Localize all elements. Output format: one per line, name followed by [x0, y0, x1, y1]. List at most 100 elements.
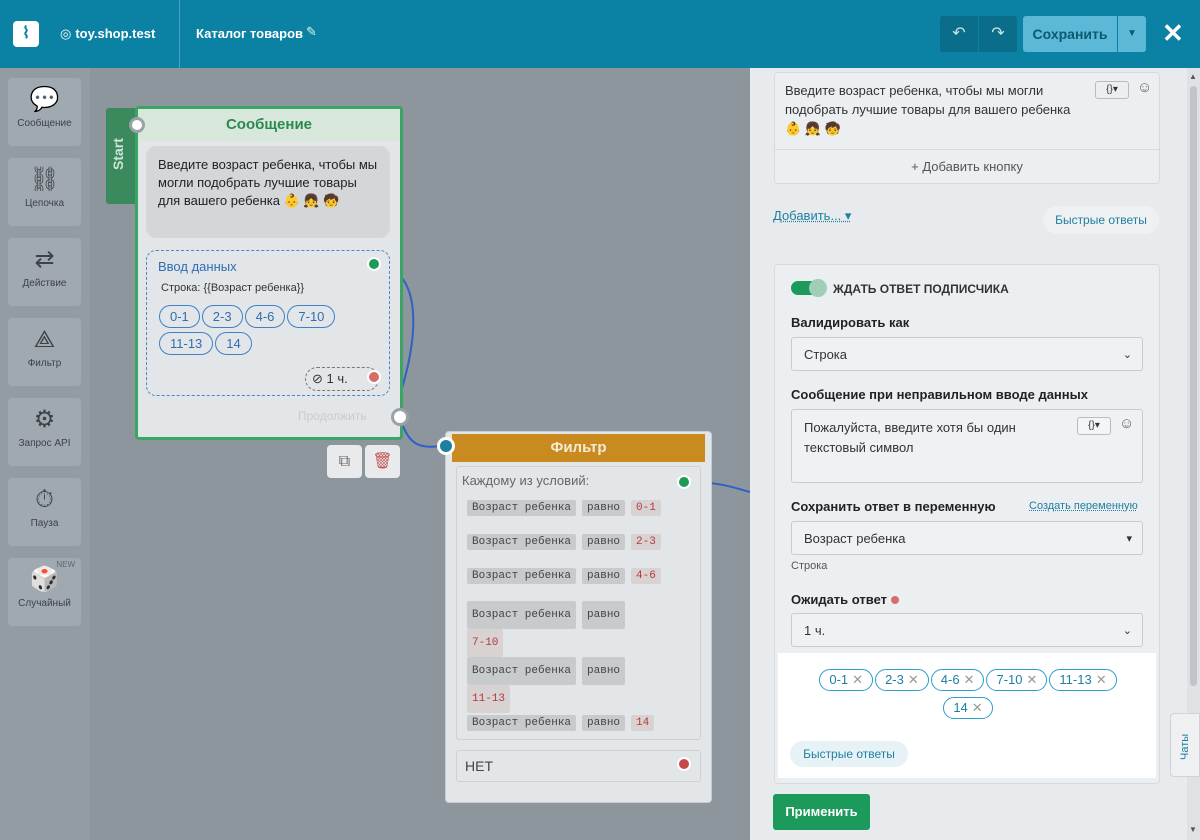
condition-op: равно: [582, 715, 626, 731]
scroll-down-icon[interactable]: ▼: [1189, 825, 1197, 834]
no-branch-label: НЕТ: [465, 758, 493, 774]
message-editor[interactable]: Введите возраст ребенка, чтобы мы могли …: [774, 72, 1160, 184]
answer-chip[interactable]: 11-13: [159, 332, 214, 355]
no-branch[interactable]: НЕТ: [456, 750, 701, 782]
condition-row[interactable]: Возраст ребенка равно 14: [467, 715, 660, 731]
redo-button[interactable]: ↷: [979, 16, 1017, 52]
wait-toggle[interactable]: [791, 279, 827, 297]
condition-op: равно: [582, 534, 626, 550]
scroll-up-icon[interactable]: ▲: [1189, 72, 1197, 81]
scrollbar-thumb[interactable]: [1190, 86, 1197, 686]
condition-row[interactable]: Возраст ребенка равно 4-6: [467, 568, 667, 584]
quick-reply-chip[interactable]: 4-6 ✕: [930, 669, 985, 691]
remove-icon[interactable]: ✕: [908, 672, 919, 687]
save-var-label: Сохранить ответ в переменную: [791, 499, 996, 514]
condition-op: равно: [582, 657, 626, 685]
filter-node-title: Фильтр: [452, 434, 705, 462]
input-block[interactable]: Ввод данных Строка: {{Возраст ребенка}} …: [146, 250, 390, 396]
wait-label: Ожидать ответ: [791, 592, 899, 607]
condition-row[interactable]: Возраст ребенка равно 0-1: [467, 500, 667, 516]
condition-value: 0-1: [631, 500, 661, 516]
answer-chip[interactable]: 2-3: [201, 305, 243, 328]
divider: [775, 149, 1159, 150]
input-type: Строка: {{Возраст ребенка}}: [161, 282, 305, 294]
edit-title-icon[interactable]: ✎: [306, 24, 317, 40]
add-dropdown[interactable]: Добавить... ▾: [773, 208, 851, 224]
emoji-icon[interactable]: ☺: [1137, 79, 1152, 96]
message-bubble[interactable]: Введите возраст ребенка, чтобы мы могли …: [146, 146, 390, 238]
save-dropdown-button[interactable]: ▼: [1118, 16, 1146, 52]
remove-icon[interactable]: ✕: [972, 700, 983, 715]
chats-tab[interactable]: Чаты: [1170, 713, 1200, 777]
close-icon[interactable]: ✕: [1162, 18, 1184, 48]
message-text[interactable]: Введите возраст ребенка, чтобы мы могли …: [785, 81, 1085, 138]
site-name: toy.shop.test: [75, 26, 156, 41]
quick-replies-button[interactable]: Быстрые ответы: [790, 741, 908, 767]
condition-row[interactable]: Возраст ребенка равно 11-13: [467, 657, 657, 713]
emoji-icon[interactable]: ☺: [1119, 415, 1134, 432]
timeout-port[interactable]: [367, 370, 381, 384]
remove-icon[interactable]: ✕: [1096, 672, 1107, 687]
quick-reply-chips: 0-1 ✕ 2-3 ✕ 4-6 ✕ 7-10 ✕ 11-13 ✕14 ✕: [804, 669, 1134, 725]
remove-icon[interactable]: ✕: [1027, 672, 1038, 687]
timeout-icon: ⊘: [312, 371, 323, 386]
condition-value: 4-6: [631, 568, 661, 584]
quick-reply-chip[interactable]: 0-1 ✕: [819, 669, 874, 691]
filter-yes-port[interactable]: [677, 475, 691, 489]
condition-op: равно: [582, 500, 626, 516]
condition-row[interactable]: Возраст ребенка равно 2-3: [467, 534, 667, 550]
breadcrumb-separator: [168, 0, 180, 68]
add-button-link[interactable]: + Добавить кнопку: [775, 159, 1159, 174]
condition-field: Возраст ребенка: [467, 715, 577, 731]
add-dropdown-label: Добавить...: [773, 208, 842, 223]
create-variable-link[interactable]: Создать переменную: [1029, 500, 1138, 512]
answer-chip[interactable]: 7-10: [287, 305, 336, 328]
input-title: Ввод данных: [158, 259, 237, 274]
invalid-label: Сообщение при неправильном вводе данных: [791, 387, 1088, 402]
continue-label: Продолжить: [298, 409, 367, 423]
delete-button[interactable]: 🗑: [365, 445, 400, 478]
condition-block[interactable]: Каждому из условий: Возраст ребенка равно…: [456, 466, 701, 740]
remove-icon[interactable]: ✕: [852, 672, 863, 687]
quick-reply-chip[interactable]: 2-3 ✕: [875, 669, 929, 691]
condition-op: равно: [582, 568, 626, 584]
trash-icon: 🗑: [372, 453, 393, 470]
apply-button[interactable]: Применить: [773, 794, 870, 830]
answer-chip[interactable]: 4-6: [244, 305, 286, 328]
quick-replies-link[interactable]: Быстрые ответы: [1043, 206, 1159, 234]
filter-node[interactable]: Фильтр Каждому из условий: Возраст ребен…: [445, 431, 712, 803]
answer-chip[interactable]: 0-1: [159, 305, 200, 328]
instagram-icon: ◎: [60, 26, 72, 41]
variable-insert-button[interactable]: {}▾: [1077, 417, 1111, 435]
logo-icon[interactable]: ⌇: [13, 21, 39, 47]
validate-select[interactable]: Строка ⌄: [791, 337, 1143, 371]
input-port[interactable]: [129, 117, 145, 133]
remove-icon[interactable]: ✕: [964, 672, 975, 687]
filter-no-port[interactable]: [677, 757, 691, 771]
success-port[interactable]: [367, 257, 381, 271]
condition-op: равно: [582, 601, 626, 629]
validate-label: Валидировать как: [791, 315, 910, 330]
site-link[interactable]: ◎ toy.shop.test: [60, 26, 155, 42]
variable-value: Возраст ребенка: [804, 531, 906, 546]
filter-input-port[interactable]: [437, 437, 455, 455]
quick-reply-chip[interactable]: 14 ✕: [943, 697, 993, 719]
copy-button[interactable]: ⧉: [327, 445, 362, 478]
condition-header: Каждому из условий:: [462, 473, 590, 488]
wait-select[interactable]: 1 ч. ⌄: [791, 613, 1143, 647]
continue-port[interactable]: [391, 408, 409, 426]
quick-reply-chip[interactable]: 7-10 ✕: [986, 669, 1048, 691]
quick-reply-chip[interactable]: 11-13 ✕: [1049, 669, 1117, 691]
variable-select[interactable]: Возраст ребенка ▾: [791, 521, 1143, 555]
save-button[interactable]: Сохранить: [1023, 16, 1117, 52]
variable-insert-button[interactable]: {}▾: [1095, 81, 1129, 99]
condition-row[interactable]: Возраст ребенка равно 7-10: [467, 601, 657, 657]
answer-chips: 0-1 2-3 4-6 7-10 11-13 14: [159, 305, 359, 359]
chip-label: 0-1: [829, 672, 849, 687]
toggle-knob: [809, 279, 827, 297]
undo-button[interactable]: ↶: [940, 16, 978, 52]
braces-icon: {}▾: [1106, 84, 1118, 95]
answer-chip[interactable]: 14: [215, 332, 252, 355]
copy-icon: ⧉: [338, 453, 351, 470]
condition-field: Возраст ребенка: [467, 500, 577, 516]
